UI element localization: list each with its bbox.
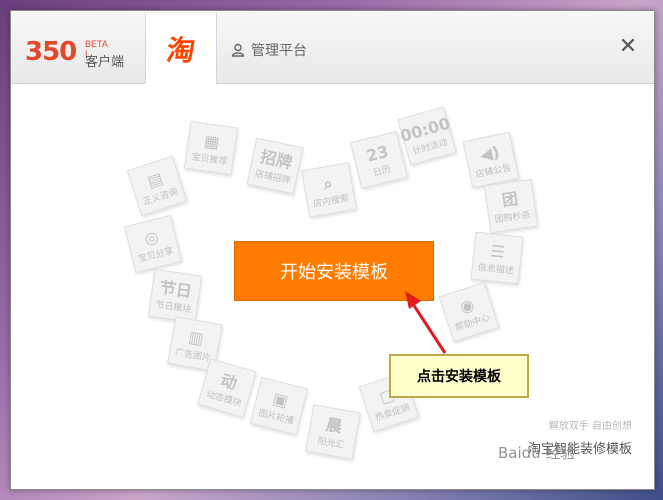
- tile-glyph: ⌕: [321, 172, 334, 194]
- taobao-icon: 淘: [164, 33, 198, 67]
- tile-label: 广告图片: [174, 347, 212, 364]
- tile-timer: 00:00 计时活动: [397, 106, 457, 166]
- tile-label: 宝贝分享: [137, 245, 175, 265]
- close-button[interactable]: ✕: [618, 34, 638, 59]
- tile-holiday: 节日 节日模块: [147, 268, 203, 324]
- tile-glyph: ▦: [203, 130, 221, 152]
- logo-number: 350: [25, 37, 77, 67]
- tile-calendar: 23 日历: [349, 130, 409, 190]
- tile-notice: ◀) 店铺公告: [462, 131, 520, 189]
- tile-label: 信息描述: [477, 262, 515, 277]
- tile-label: 宝贝推荐: [190, 151, 228, 167]
- content-area: ▦ 宝贝推荐 招牌 店铺招牌 ⌕ 店内搜索 23 日历 00:00 计时活动 ◀…: [11, 84, 654, 489]
- annotation-arrow-icon: [405, 291, 447, 354]
- logo-subtitle: 客户端: [85, 55, 125, 70]
- tile-label: 日历: [371, 164, 392, 179]
- tile-recommend: ▦ 宝贝推荐: [183, 120, 239, 176]
- baidu-watermark: Baidu 经验: [498, 444, 576, 462]
- app-window: 350 BETA I 客户端 淘 管理平台 ✕ ▦ 宝贝推荐 招牌 店铺招牌 ⌕…: [10, 10, 655, 490]
- close-icon: ✕: [618, 34, 638, 59]
- tile-description: ☰ 信息描述: [470, 231, 524, 285]
- annotation-callout: 点击安装模板: [389, 354, 529, 398]
- tile-sunshine: 晨 阳光汇: [305, 404, 361, 460]
- user-icon: [231, 43, 245, 57]
- tile-glyph: ▥: [187, 326, 206, 348]
- tile-label: 阳光汇: [316, 436, 346, 451]
- tile-groupbuy: 团 团购秒杀: [483, 178, 539, 234]
- tab-taobao[interactable]: 淘: [145, 13, 217, 84]
- tile-consult: ▤ 正义咨询: [126, 155, 188, 217]
- tile-glyph: 晨: [324, 414, 344, 436]
- tile-search: ⌕ 店内搜索: [301, 162, 357, 218]
- tile-label: 图片轮播: [257, 407, 295, 427]
- tab-manage-platform[interactable]: 管理平台: [231, 39, 307, 61]
- tile-label: 团购秒杀: [494, 209, 532, 225]
- tile-label: 店铺公告: [474, 162, 513, 180]
- tile-glyph: 团: [500, 188, 520, 210]
- titlebar: 350 BETA I 客户端 淘 管理平台 ✕: [11, 11, 654, 84]
- tile-share: ◎ 宝贝分享: [123, 214, 183, 274]
- tile-glyph: ☰: [489, 240, 506, 262]
- tab-manage-label: 管理平台: [251, 43, 307, 59]
- tile-signboard: 招牌 店铺招牌: [246, 137, 304, 195]
- slogan-tagline: 解放双手 自由创想: [548, 421, 632, 432]
- tile-carousel: ▣ 图片轮播: [249, 376, 309, 436]
- tile-label: 店内搜索: [312, 193, 350, 210]
